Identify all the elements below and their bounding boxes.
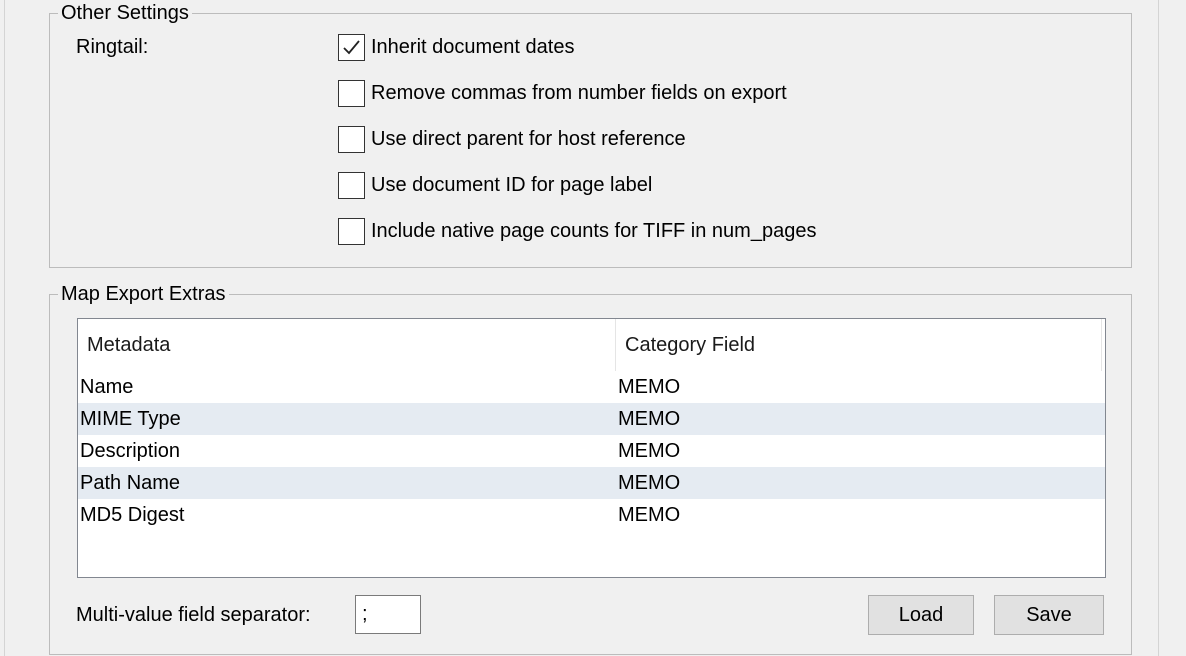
cell-category-field: MEMO xyxy=(618,440,681,462)
table-header: Metadata Category Field xyxy=(78,319,1105,371)
checkbox-label: Remove commas from number fields on expo… xyxy=(371,81,787,104)
checkbox-label: Use direct parent for host reference xyxy=(371,127,686,150)
table-row[interactable]: Description MEMO xyxy=(78,435,1105,467)
remove-commas-checkbox[interactable]: Remove commas from number fields on expo… xyxy=(338,79,787,107)
checkbox-box[interactable] xyxy=(338,79,365,107)
checkmark-icon xyxy=(343,39,360,54)
use-document-id-checkbox[interactable]: Use document ID for page label xyxy=(338,171,653,199)
cell-metadata: MIME Type xyxy=(80,408,181,430)
cell-category-field: MEMO xyxy=(618,472,681,494)
separator-input[interactable] xyxy=(355,595,421,634)
cell-category-field: MEMO xyxy=(618,504,681,526)
checkbox-label: Inherit document dates xyxy=(371,35,575,58)
cell-category-field: MEMO xyxy=(618,376,681,398)
other-settings-legend: Other Settings xyxy=(61,2,189,24)
metadata-list-view[interactable]: Metadata Category Field Name MEMO MIME T… xyxy=(77,318,1106,578)
table-row[interactable]: Path Name MEMO xyxy=(78,467,1105,499)
dialog-panel: Other Settings Ringtail: Inherit documen… xyxy=(0,0,1186,656)
table-row[interactable]: MD5 Digest MEMO xyxy=(78,499,1105,531)
right-divider xyxy=(1158,0,1159,656)
save-button[interactable]: Save xyxy=(994,595,1104,635)
cell-metadata: Name xyxy=(80,376,134,398)
table-row[interactable]: Name MEMO xyxy=(78,371,1105,403)
checkbox-label: Use document ID for page label xyxy=(371,173,653,196)
cell-metadata: Path Name xyxy=(80,472,181,494)
column-header-metadata[interactable]: Metadata xyxy=(78,319,616,371)
separator-label: Multi-value field separator: xyxy=(76,604,311,626)
checkbox-box[interactable] xyxy=(338,125,365,153)
ringtail-label: Ringtail: xyxy=(76,36,149,58)
cell-category-field: MEMO xyxy=(618,408,681,430)
checkbox-box[interactable] xyxy=(338,217,365,245)
map-export-extras-legend: Map Export Extras xyxy=(61,283,226,305)
checkbox-box[interactable] xyxy=(338,171,365,199)
column-header-category-field[interactable]: Category Field xyxy=(616,319,1102,371)
checkbox-label: Include native page counts for TIFF in n… xyxy=(371,219,817,242)
cell-metadata: MD5 Digest xyxy=(80,504,185,526)
cell-metadata: Description xyxy=(80,440,181,462)
table-row[interactable]: MIME Type MEMO xyxy=(78,403,1105,435)
left-divider xyxy=(4,0,5,656)
include-native-page-counts-checkbox[interactable]: Include native page counts for TIFF in n… xyxy=(338,217,817,245)
use-direct-parent-checkbox[interactable]: Use direct parent for host reference xyxy=(338,125,686,153)
checkbox-box[interactable] xyxy=(338,33,365,61)
load-button[interactable]: Load xyxy=(868,595,974,635)
inherit-document-dates-checkbox[interactable]: Inherit document dates xyxy=(338,33,575,61)
table-body: Name MEMO MIME Type MEMO Description MEM… xyxy=(78,371,1105,531)
